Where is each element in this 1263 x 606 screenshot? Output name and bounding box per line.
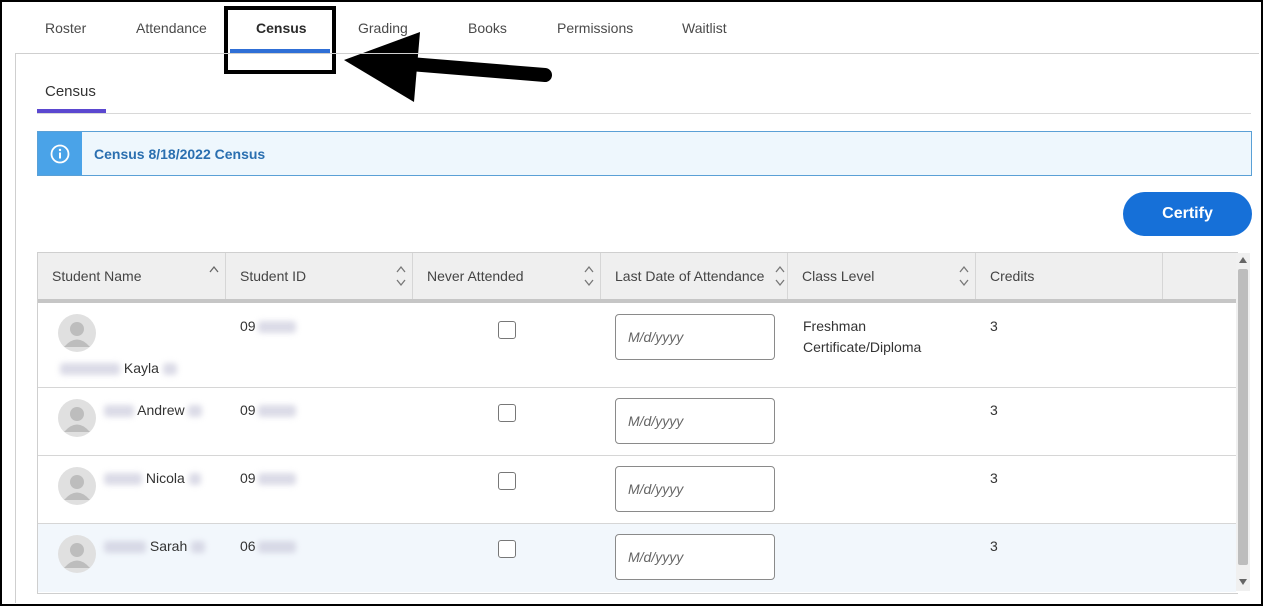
col-never-attended[interactable]: Never Attended (413, 253, 601, 299)
scroll-up-icon[interactable] (1239, 257, 1247, 263)
class-level-primary: Freshman (803, 318, 867, 334)
table-row: Nicola 09 3 (38, 456, 1236, 524)
tab-roster[interactable]: Roster (45, 20, 86, 36)
student-name[interactable]: Andrew (104, 402, 203, 418)
table-row: Sarah 06 3 (38, 524, 1236, 592)
redacted-text (60, 363, 120, 376)
tab-waitlist[interactable]: Waitlist (682, 20, 727, 36)
col-last-date-attendance[interactable]: Last Date of Attendance (601, 253, 788, 299)
credits-value: 3 (990, 538, 998, 554)
student-id: 09 (240, 318, 296, 334)
table-header: Student Name Student ID Never Attended L… (38, 253, 1236, 303)
sort-icon[interactable] (959, 263, 969, 289)
table-row: Andrew 09 3 (38, 388, 1236, 456)
student-id: 09 (240, 402, 296, 418)
redacted-text (257, 405, 296, 418)
subtab-divider (37, 113, 1251, 114)
redacted-text (188, 405, 203, 418)
redacted-text (257, 321, 296, 334)
student-name[interactable]: Kayla (60, 360, 177, 376)
last-date-input[interactable] (615, 398, 775, 444)
never-attended-checkbox[interactable] (498, 404, 516, 422)
student-id: 06 (240, 538, 296, 554)
sort-asc-icon[interactable] (209, 263, 219, 289)
census-info-banner: Census 8/18/2022 Census (37, 131, 1252, 176)
certify-button[interactable]: Certify (1123, 192, 1252, 236)
never-attended-checkbox[interactable] (498, 540, 516, 558)
callout-arrow (344, 32, 552, 102)
sort-icon[interactable] (584, 263, 594, 289)
tab-permissions[interactable]: Permissions (557, 20, 633, 36)
callout-highlight-box (224, 6, 336, 74)
redacted-text (257, 473, 296, 486)
student-id: 09 (240, 470, 296, 486)
redacted-text (188, 473, 201, 486)
redacted-text (191, 541, 206, 554)
never-attended-checkbox[interactable] (498, 321, 516, 339)
class-level-secondary: Certificate/Diploma (803, 339, 922, 355)
student-name[interactable]: Nicola (104, 470, 201, 486)
tab-attendance[interactable]: Attendance (136, 20, 207, 36)
never-attended-checkbox[interactable] (498, 472, 516, 490)
avatar-icon (58, 535, 96, 573)
redacted-text (257, 541, 296, 554)
info-icon (38, 132, 82, 175)
avatar-icon (58, 314, 96, 352)
last-date-input[interactable] (615, 534, 775, 580)
redacted-text (104, 405, 134, 418)
col-credits[interactable]: Credits (976, 253, 1163, 299)
sort-icon[interactable] (396, 263, 406, 289)
col-student-name[interactable]: Student Name (38, 253, 226, 299)
subtab-census[interactable]: Census (45, 83, 96, 100)
avatar-icon (58, 399, 96, 437)
student-name[interactable]: Sarah (104, 538, 206, 554)
active-subtab-indicator (37, 109, 106, 113)
content-border (15, 53, 16, 603)
sort-icon[interactable] (775, 263, 785, 289)
credits-value: 3 (990, 402, 998, 418)
last-date-input[interactable] (615, 466, 775, 512)
last-date-input[interactable] (615, 314, 775, 360)
redacted-text (162, 363, 177, 376)
credits-value: 3 (990, 318, 998, 334)
avatar-icon (58, 467, 96, 505)
credits-value: 3 (990, 470, 998, 486)
table-scrollbar[interactable] (1236, 253, 1250, 591)
census-table: Student Name Student ID Never Attended L… (37, 252, 1238, 594)
tab-divider (15, 53, 1259, 54)
scrollbar-thumb[interactable] (1238, 269, 1248, 565)
col-class-level[interactable]: Class Level (788, 253, 976, 299)
banner-text: Census 8/18/2022 Census (94, 146, 266, 162)
scroll-down-icon[interactable] (1239, 579, 1247, 585)
col-student-id[interactable]: Student ID (226, 253, 413, 299)
redacted-text (104, 541, 146, 554)
redacted-text (104, 473, 142, 486)
table-row: Kayla 09 Freshman Certificate/Diploma 3 (38, 303, 1236, 388)
